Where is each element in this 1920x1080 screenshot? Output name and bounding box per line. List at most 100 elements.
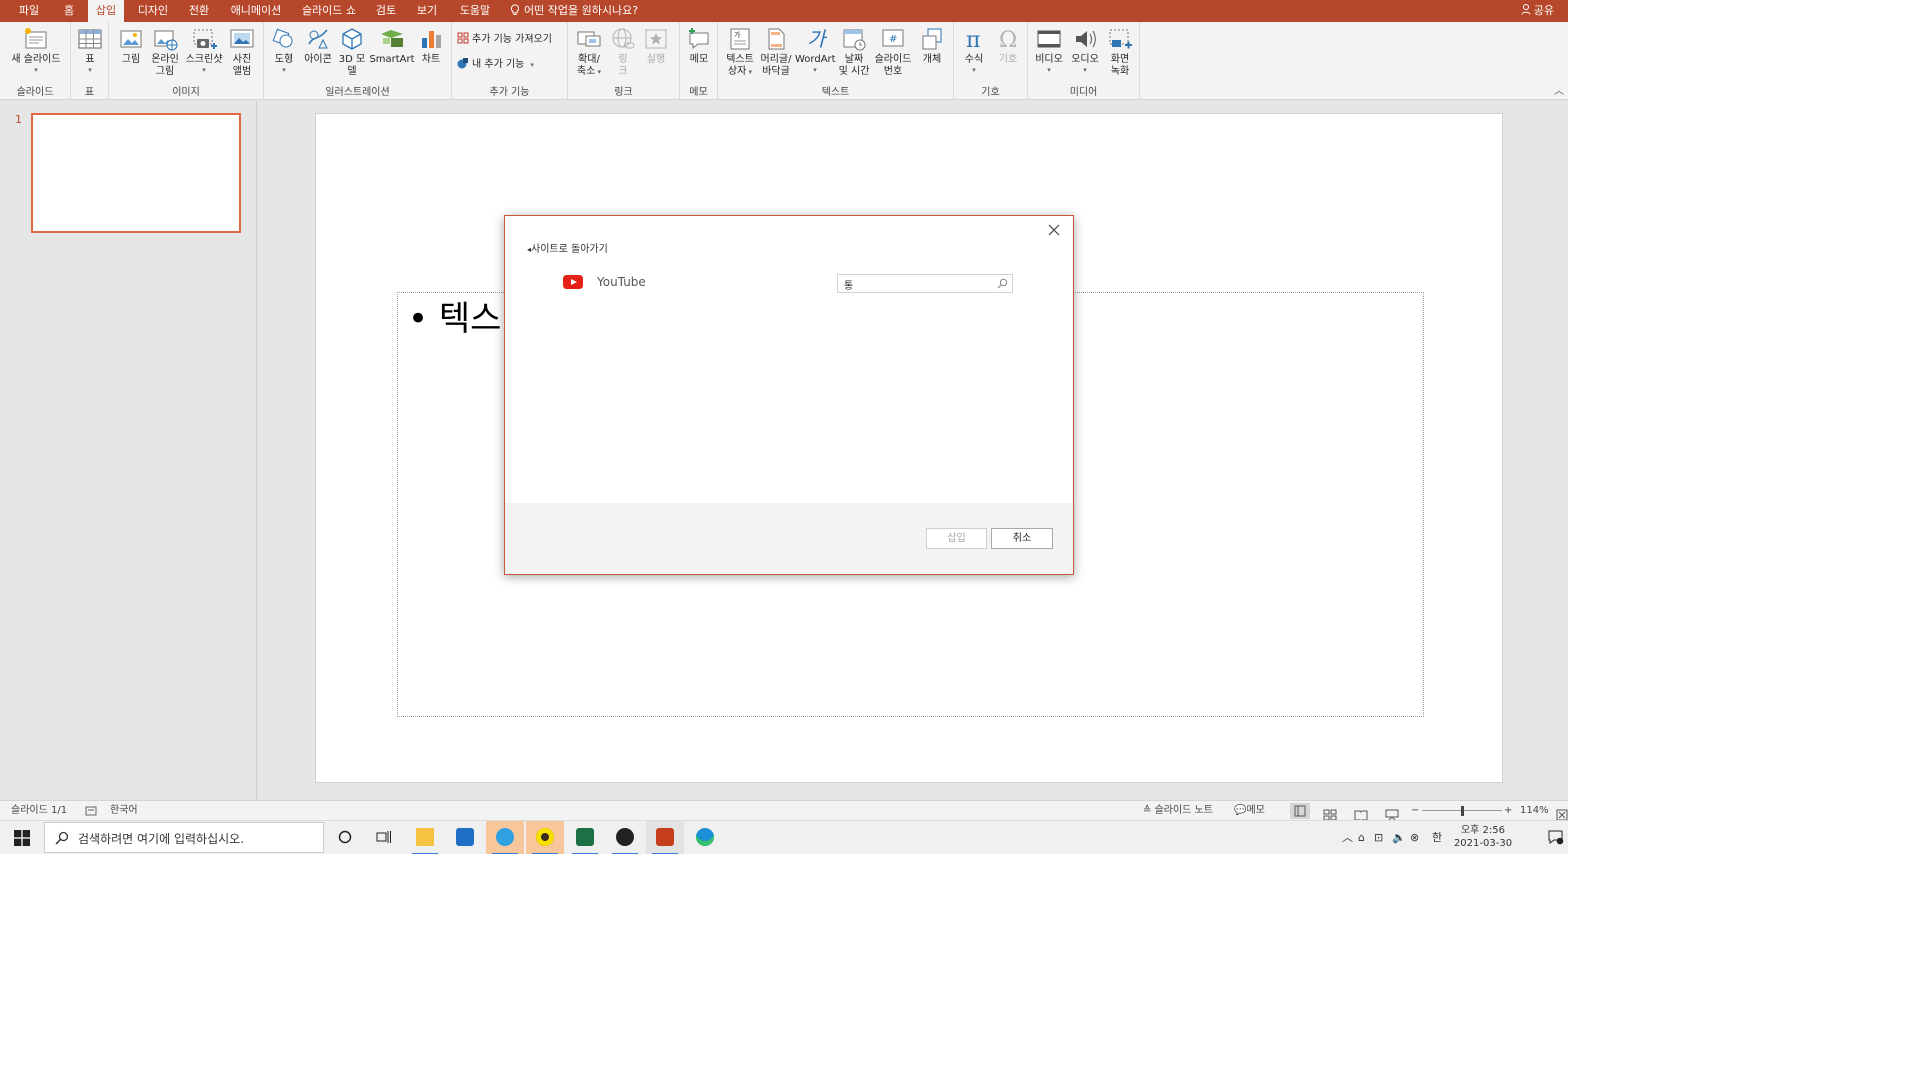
textbox-icon: 가 xyxy=(730,28,750,50)
shapes-button[interactable]: 도형 ▾ xyxy=(269,26,299,74)
online-picture-button[interactable]: 온라인 그림 xyxy=(148,26,182,78)
group-text: 가 텍스트 상자 ▾ 머리글/ 바닥글 가 WordArt ▾ 날짜 및 시간 … xyxy=(718,22,954,100)
task-view-icon[interactable] xyxy=(376,830,392,844)
screenshot-icon xyxy=(193,29,217,49)
my-addins-button[interactable]: 내 추가 기능 ▾ xyxy=(457,56,534,74)
dialog-footer: 삽입 취소 xyxy=(505,503,1073,574)
kakaotalk-app[interactable] xyxy=(526,821,564,855)
chevron-down-icon: ▾ xyxy=(746,68,753,76)
link-button[interactable]: 링 크 xyxy=(609,26,637,78)
cube-icon xyxy=(342,28,362,50)
zoom-slider-thumb[interactable] xyxy=(1461,806,1464,816)
slide-thumbnail[interactable] xyxy=(31,113,241,233)
share-button[interactable]: 공유 xyxy=(1521,0,1554,22)
tell-me-box[interactable]: 어떤 작업을 원하시나요? xyxy=(510,0,638,22)
search-icon[interactable] xyxy=(997,278,1008,289)
edge-app[interactable] xyxy=(686,821,724,855)
normal-view-button[interactable] xyxy=(1290,803,1310,819)
mail-app[interactable] xyxy=(446,821,484,855)
youtube-search-input[interactable]: 통 xyxy=(837,274,1013,293)
tab-help[interactable]: 도움말 xyxy=(452,0,498,22)
volume-icon[interactable]: 🔈 xyxy=(1392,821,1406,855)
excel-app[interactable] xyxy=(566,821,604,855)
chevron-down-icon: ▾ xyxy=(282,66,286,74)
audio-button[interactable]: 오디오 ▾ xyxy=(1068,26,1102,74)
svg-text:π: π xyxy=(966,28,980,52)
new-slide-button[interactable]: 새 슬라이드 ▾ xyxy=(6,26,66,74)
tab-review[interactable]: 검토 xyxy=(370,0,402,22)
group-media: 비디오 ▾ 오디오 ▾ 화면 녹화 미디어 xyxy=(1028,22,1140,100)
textbox-button[interactable]: 가 텍스트 상자 ▾ xyxy=(721,26,759,78)
clock[interactable]: 오후 2:56 2021-03-30 xyxy=(1450,824,1516,850)
zoom-button[interactable]: 확대/ 축소 ▾ xyxy=(571,26,607,78)
screen-recording-button[interactable]: 화면 녹화 xyxy=(1104,26,1136,78)
wordart-button[interactable]: 가 WordArt ▾ xyxy=(795,26,836,74)
notification-icon[interactable] xyxy=(1548,830,1564,845)
chevron-up-icon[interactable]: ︿ xyxy=(1342,821,1353,855)
language[interactable]: 한국어 xyxy=(110,801,138,821)
film-icon xyxy=(1037,30,1061,48)
screenshot-button[interactable]: 스크린샷 ▾ xyxy=(184,26,224,74)
zoom-out-button[interactable]: − xyxy=(1411,801,1419,821)
person-icon xyxy=(1521,4,1531,15)
table-button[interactable]: 표 ▾ xyxy=(76,26,104,74)
powerpoint-app[interactable] xyxy=(646,821,684,855)
chart-button[interactable]: 차트 xyxy=(417,26,445,66)
tab-insert[interactable]: 삽입 xyxy=(88,0,124,22)
tab-transitions[interactable]: 전환 xyxy=(182,0,216,22)
notes-toggle[interactable]: ≙ 슬라이드 노트 xyxy=(1143,801,1213,821)
screen-bottom-margin xyxy=(0,854,1568,878)
internet-explorer-app[interactable] xyxy=(486,821,524,855)
status-x-icon[interactable]: ⊗ xyxy=(1410,821,1419,855)
cancel-button[interactable]: 취소 xyxy=(991,528,1053,549)
smartart-button[interactable]: SmartArt xyxy=(369,26,415,66)
network-icon[interactable]: ⊡ xyxy=(1374,821,1383,855)
taskbar-search-box[interactable]: 검색하려면 여기에 입력하십시오. xyxy=(44,822,324,853)
video-button[interactable]: 비디오 ▾ xyxy=(1032,26,1066,74)
messenger-app[interactable] xyxy=(606,821,644,855)
icons-button[interactable]: 아이콘 xyxy=(301,26,335,66)
ribbon-tab-bar: 파일 홈 삽입 디자인 전환 애니메이션 슬라이드 쇼 검토 보기 도움말 어떤… xyxy=(0,0,1568,22)
chevron-down-icon: ▾ xyxy=(34,66,38,74)
file-explorer-app[interactable] xyxy=(406,821,444,855)
equation-button[interactable]: π 수식 ▾ xyxy=(959,26,989,74)
object-button[interactable]: 개체 xyxy=(917,26,947,66)
chevron-down-icon: ▾ xyxy=(88,66,92,74)
windows-start-icon[interactable] xyxy=(14,830,30,846)
action-button[interactable]: 실행 xyxy=(639,26,673,66)
tab-view[interactable]: 보기 xyxy=(410,0,444,22)
tab-animations[interactable]: 애니메이션 xyxy=(224,0,288,22)
photo-album-button[interactable]: 사진 앨범 xyxy=(226,26,258,78)
date-time-button[interactable]: 날짜 및 시간 xyxy=(837,26,871,78)
zoom-in-button[interactable]: + xyxy=(1504,801,1512,821)
slide-number-icon: # xyxy=(882,29,904,47)
screen-record-icon xyxy=(1109,29,1132,49)
3d-models-button[interactable]: 3D 모 델 xyxy=(337,26,367,78)
picture-button[interactable]: 그림 xyxy=(116,26,146,66)
camera-icon[interactable]: ⌂ xyxy=(1358,821,1365,855)
cortana-icon[interactable] xyxy=(338,830,352,844)
symbol-button[interactable]: Ω 기호 xyxy=(993,26,1023,66)
penguin-icon xyxy=(616,828,634,846)
back-to-sites-link[interactable]: ◂사이트로 돌아가기 xyxy=(527,240,608,255)
tab-file[interactable]: 파일 xyxy=(10,0,48,22)
header-footer-button[interactable]: 머리글/ 바닥글 xyxy=(759,26,793,78)
comment-button[interactable]: 메모 xyxy=(684,26,714,66)
slide-number-button[interactable]: # 슬라이드 번호 xyxy=(873,26,913,78)
get-addins-button[interactable]: 추가 기능 가져오기 xyxy=(457,31,552,49)
close-icon[interactable] xyxy=(1047,223,1061,237)
tab-slideshow[interactable]: 슬라이드 쇼 xyxy=(296,0,362,22)
ime-indicator[interactable]: 한 xyxy=(1432,821,1442,855)
tab-home[interactable]: 홈 xyxy=(56,0,82,22)
slide-bullet-text[interactable]: • 텍스 xyxy=(408,291,501,340)
zoom-level[interactable]: 114% xyxy=(1520,801,1549,821)
pi-icon: π xyxy=(966,28,980,52)
insert-button[interactable]: 삽입 xyxy=(926,528,987,549)
tab-design[interactable]: 디자인 xyxy=(132,0,174,22)
lightbulb-icon xyxy=(510,4,520,15)
accessibility-icon[interactable] xyxy=(85,806,97,816)
header-footer-icon xyxy=(768,28,785,50)
collapse-ribbon-icon[interactable]: ︿ xyxy=(1554,82,1564,97)
comments-toggle[interactable]: 💬메모 xyxy=(1234,801,1265,821)
ribbon-insert: 새 슬라이드 ▾ 슬라이드 표 ▾ 표 그림 온라인 그림 스크린샷 ▾ 사진 … xyxy=(0,22,1568,100)
